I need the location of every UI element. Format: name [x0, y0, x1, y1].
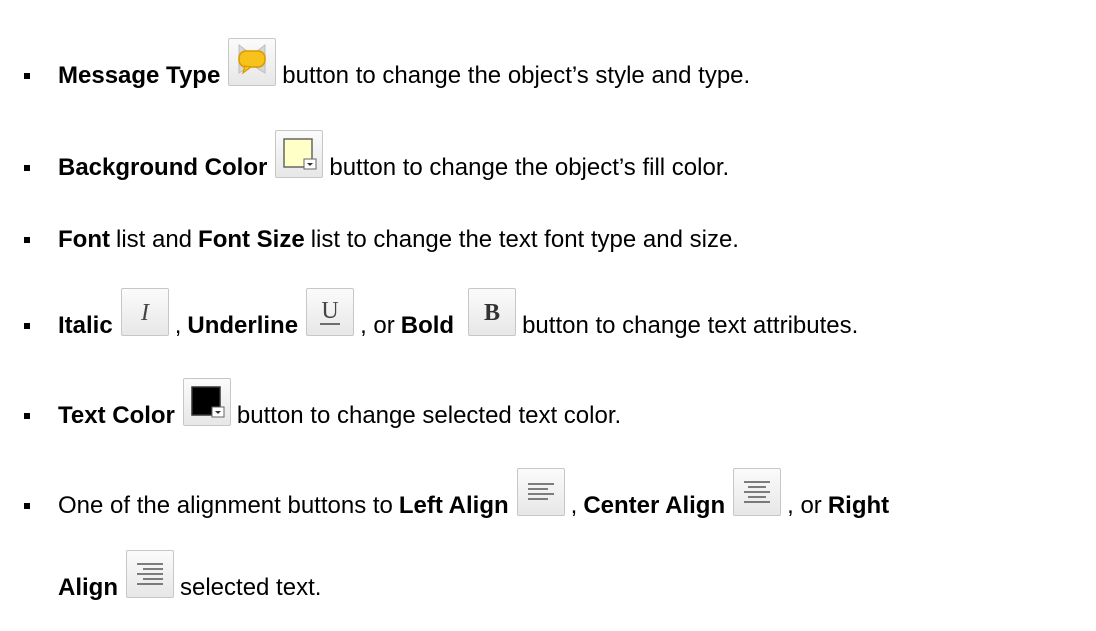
- right-align-label: Right: [827, 492, 890, 519]
- bold-label: Bold: [400, 312, 455, 339]
- italic-glyph: I: [140, 300, 150, 326]
- underline-sep: , or: [360, 312, 395, 339]
- text-color-desc: button to change selected text color.: [236, 402, 622, 429]
- font-label: Font: [58, 226, 110, 253]
- font-desc: list to change the text font type and si…: [310, 226, 739, 253]
- bullet: [24, 323, 30, 329]
- text-color-label: Text Color: [58, 402, 175, 429]
- bullet: [24, 503, 30, 509]
- right-align-label-cont: Align: [58, 574, 118, 601]
- text-color-icon: [182, 378, 231, 426]
- bold-icon: B: [468, 288, 517, 336]
- background-color-label: Background Color: [58, 154, 268, 181]
- bullet: [24, 413, 30, 419]
- center-align-sep: , or: [787, 492, 822, 519]
- message-type-label: Message Type: [58, 62, 221, 89]
- underline-label: Underline: [187, 312, 299, 339]
- message-type-icon: [228, 38, 277, 86]
- bullet: [24, 165, 30, 171]
- bullet: [24, 237, 30, 243]
- message-type-desc: button to change the object’s style and …: [282, 62, 751, 89]
- bold-glyph: B: [484, 300, 500, 326]
- background-color-icon: [275, 130, 324, 178]
- italic-sep: ,: [174, 312, 182, 339]
- italic-icon: I: [120, 288, 169, 336]
- underline-icon: U: [306, 288, 355, 336]
- attributes-desc: button to change text attributes.: [522, 312, 859, 339]
- underline-glyph: U: [321, 298, 338, 324]
- left-align-label: Left Align: [398, 492, 509, 519]
- alignment-desc: selected text.: [180, 574, 322, 601]
- align-right-icon: [126, 550, 174, 598]
- align-left-icon: [516, 468, 565, 516]
- bullet: [24, 73, 30, 79]
- italic-label: Italic: [58, 312, 113, 339]
- background-color-desc: button to change the object’s fill color…: [329, 154, 730, 181]
- alignment-lead: One of the alignment buttons to: [58, 492, 393, 519]
- align-center-icon: [733, 468, 782, 516]
- center-align-label: Center Align: [583, 492, 726, 519]
- font-mid-text: list and: [115, 226, 193, 253]
- font-size-label: Font Size: [198, 226, 305, 253]
- left-align-sep: ,: [570, 492, 578, 519]
